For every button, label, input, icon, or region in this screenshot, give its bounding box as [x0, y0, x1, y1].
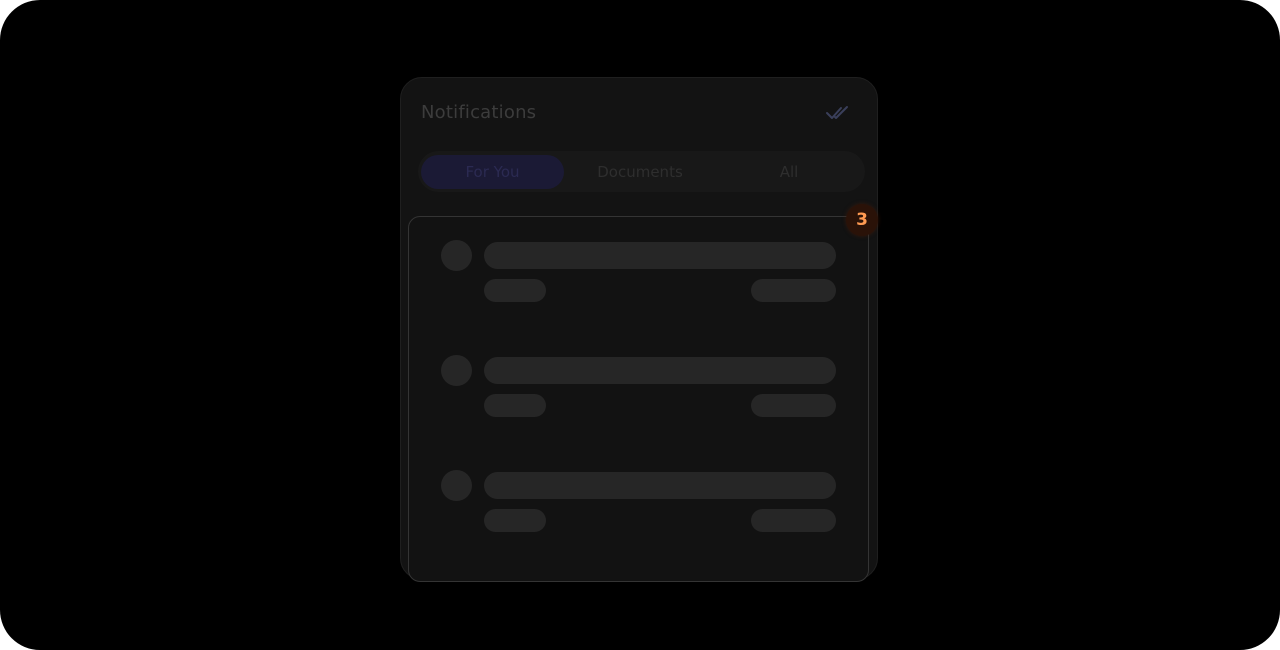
double-check-icon[interactable] [825, 104, 851, 122]
avatar-placeholder [441, 240, 472, 271]
meta-placeholder [484, 509, 546, 532]
time-placeholder [751, 509, 836, 532]
skeleton-row [409, 470, 868, 540]
meta-placeholder [484, 279, 546, 302]
time-placeholder [751, 394, 836, 417]
tab-all[interactable]: All [716, 155, 862, 189]
skeleton-row [409, 240, 868, 310]
overlay-backdrop: Notifications For You Documents All 3 [0, 0, 1280, 650]
skeleton-row [409, 355, 868, 425]
notification-list [408, 216, 869, 582]
title-placeholder [484, 357, 836, 384]
step-badge: 3 [846, 204, 878, 236]
tab-for-you[interactable]: For You [421, 155, 564, 189]
tab-bar: For You Documents All [418, 151, 865, 192]
meta-placeholder [484, 394, 546, 417]
notifications-panel: Notifications For You Documents All [400, 77, 878, 582]
title-placeholder [484, 242, 836, 269]
tab-documents[interactable]: Documents [566, 155, 714, 189]
time-placeholder [751, 279, 836, 302]
panel-title: Notifications [421, 102, 537, 123]
avatar-placeholder [441, 355, 472, 386]
title-placeholder [484, 472, 836, 499]
avatar-placeholder [441, 470, 472, 501]
